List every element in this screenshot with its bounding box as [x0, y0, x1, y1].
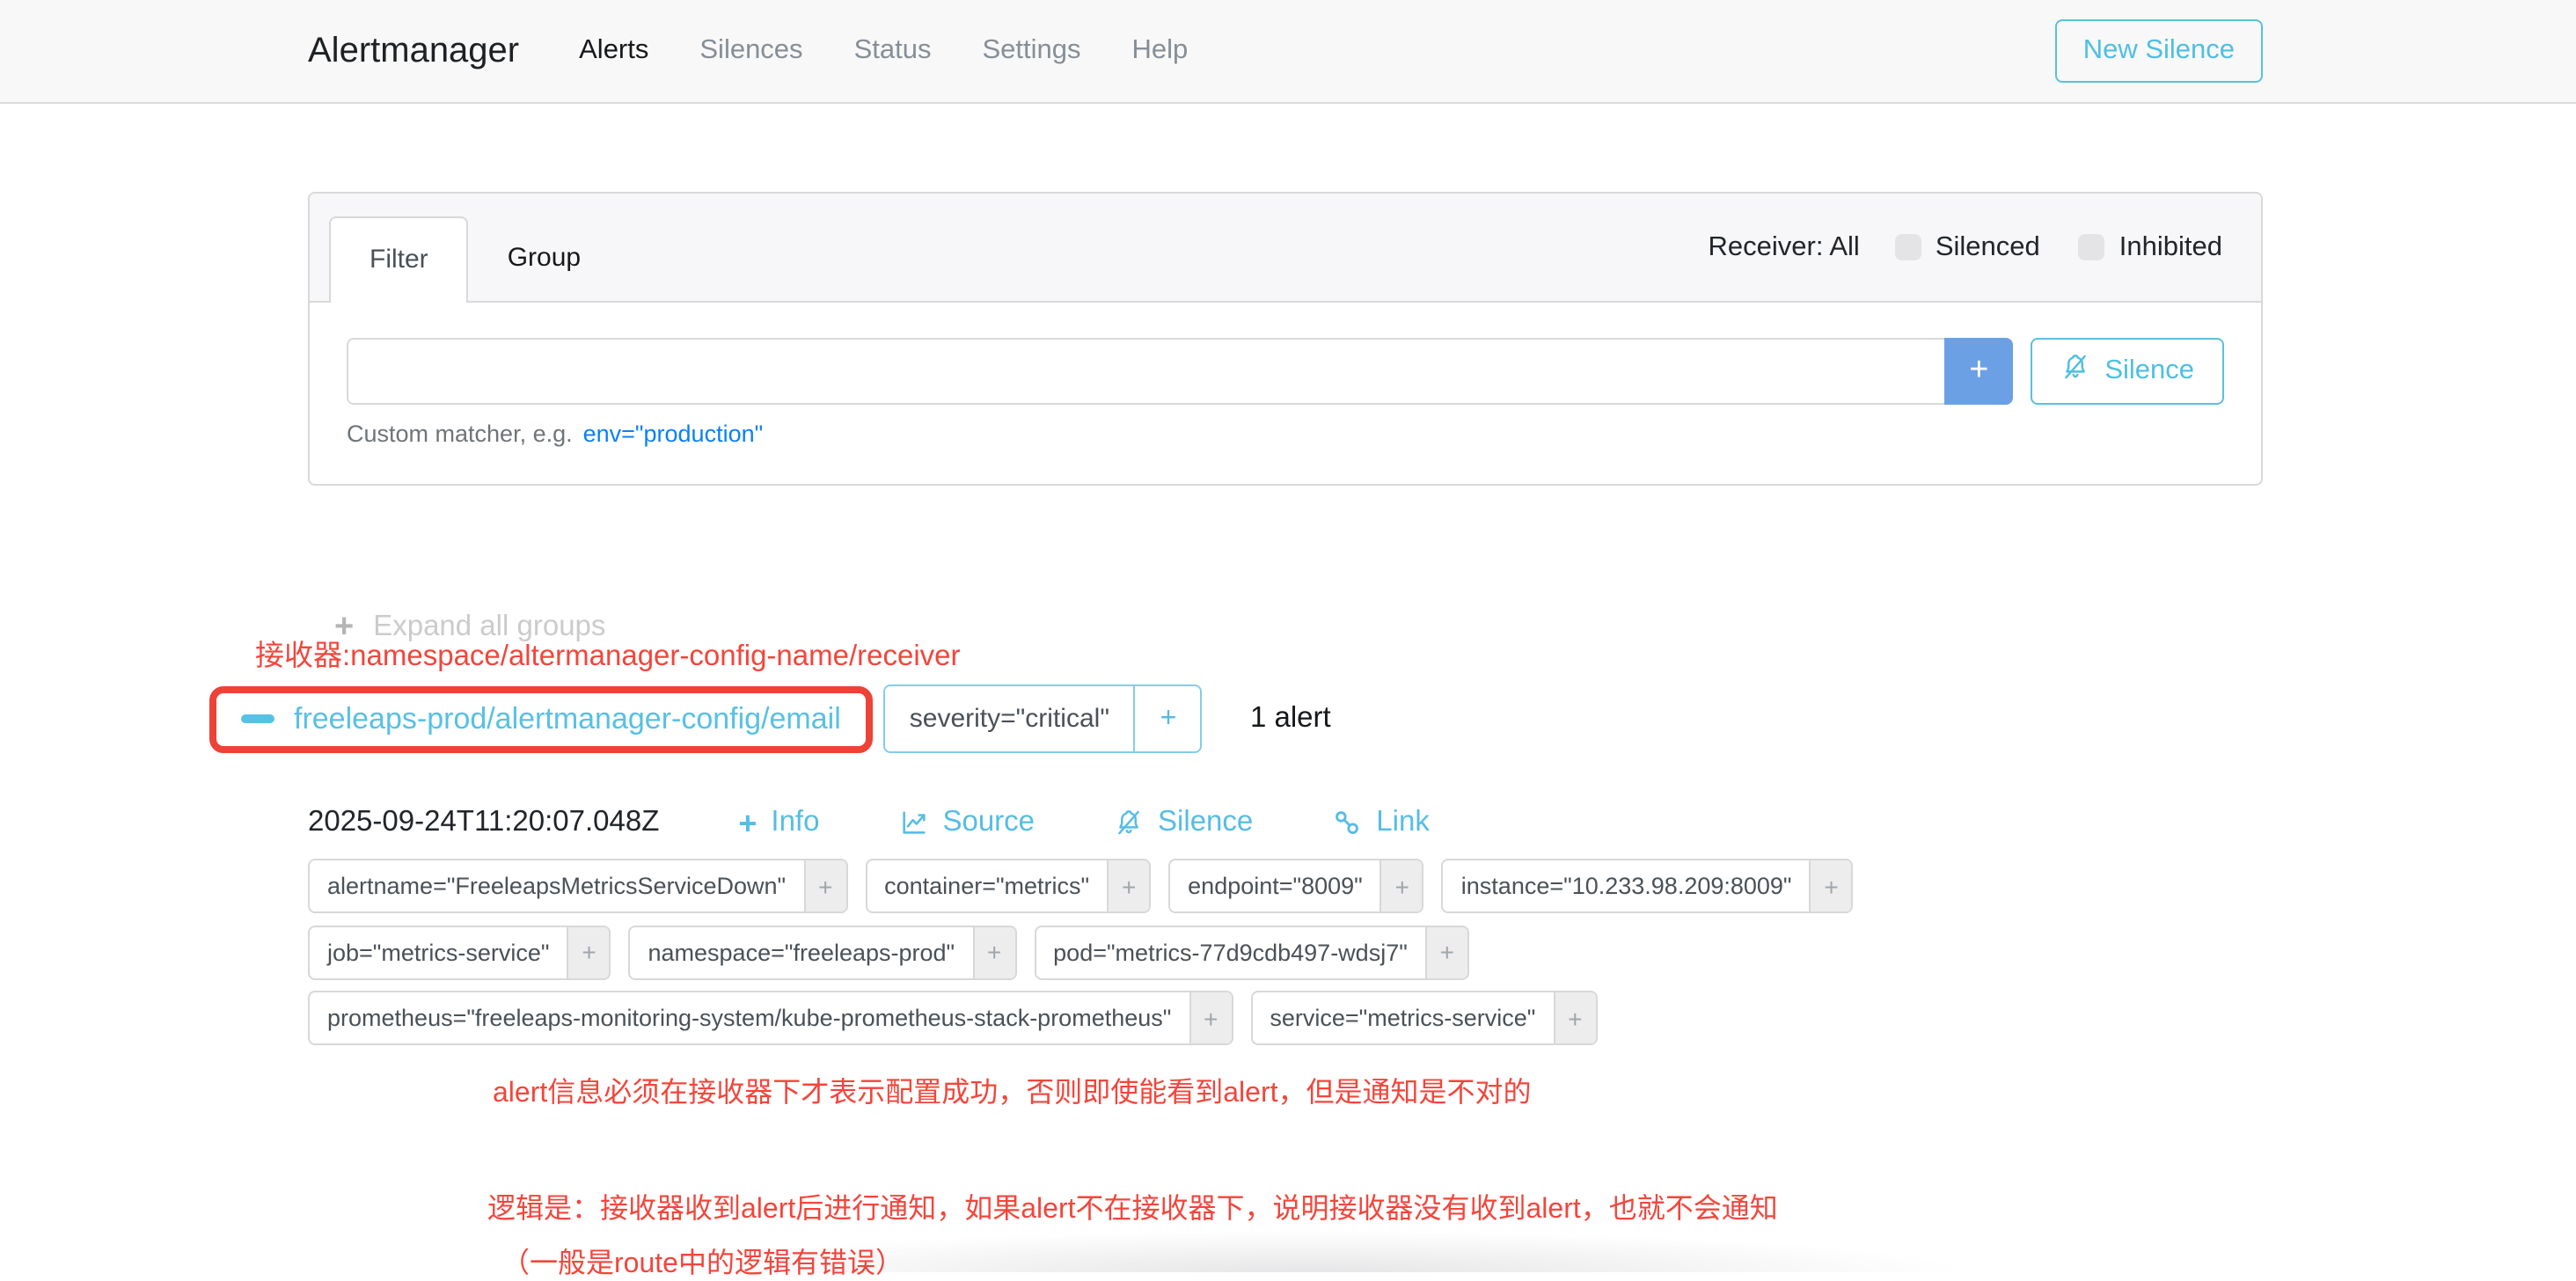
label-value[interactable]: prometheus="freeleaps-monitoring-system/…: [310, 992, 1189, 1043]
new-silence-button[interactable]: New Silence: [2055, 19, 2263, 83]
label-chip: instance="10.233.98.209:8009" +: [1442, 859, 1854, 913]
add-filter-button[interactable]: +: [1380, 860, 1423, 911]
label-chip: endpoint="8009" +: [1168, 859, 1424, 913]
tab-group[interactable]: Group: [469, 216, 619, 301]
bell-slash-icon: [1114, 808, 1144, 838]
plus-icon: +: [1969, 352, 1988, 391]
group-receiver-path[interactable]: freeleaps-prod/alertmanager-config/email: [294, 701, 841, 736]
link-action-label: Link: [1376, 806, 1430, 839]
source-action[interactable]: Source: [898, 806, 1035, 839]
label-chip: pod="metrics-77d9cdb497-wdsj7" +: [1034, 925, 1469, 979]
add-filter-button[interactable]: +: [1553, 992, 1595, 1043]
alert-header-row: 2025-09-24T11:20:07.048Z + Info: [308, 806, 1854, 839]
label-value[interactable]: alertname="FreeleapsMetricsServiceDown": [310, 860, 803, 911]
silence-action-label: Silence: [1158, 806, 1253, 839]
chart-line-icon: [898, 808, 928, 838]
inhibited-checkbox-label[interactable]: Inhibited: [2119, 231, 2222, 263]
label-chip: job="metrics-service" +: [308, 925, 611, 979]
group-matcher-label[interactable]: severity="critical": [885, 686, 1134, 751]
nav-items: Alerts Silences Status Settings Help: [579, 35, 1188, 67]
matcher-input-group: +: [347, 338, 2013, 405]
group-header-row: freeleaps-prod/alertmanager-config/email…: [209, 684, 1331, 753]
label-row: job="metrics-service" + namespace="freel…: [308, 925, 1854, 979]
link-action[interactable]: Link: [1332, 806, 1430, 839]
label-row: alertname="FreeleapsMetricsServiceDown" …: [308, 859, 1854, 913]
add-matcher-button[interactable]: +: [1944, 338, 2013, 405]
info-action-label: Info: [771, 806, 819, 839]
label-chip: alertname="FreeleapsMetricsServiceDown" …: [308, 859, 847, 913]
filter-panel-header: Filter Group Receiver: All Silenced Inhi…: [310, 194, 2261, 303]
helper-example-link[interactable]: env="production": [583, 421, 764, 447]
navbar: Alertmanager Alerts Silences Status Sett…: [0, 0, 2576, 104]
alert-timestamp: 2025-09-24T11:20:07.048Z: [308, 806, 659, 839]
label-value[interactable]: endpoint="8009": [1170, 860, 1380, 911]
silence-action[interactable]: Silence: [1114, 806, 1253, 839]
label-value[interactable]: pod="metrics-77d9cdb497-wdsj7": [1036, 926, 1425, 977]
silence-button-label: Silence: [2104, 355, 2194, 387]
alert-detail: 2025-09-24T11:20:07.048Z + Info: [308, 806, 1854, 1281]
main-content: Filter Group Receiver: All Silenced Inhi…: [0, 192, 2576, 1272]
label-chip: service="metrics-service" +: [1250, 991, 1597, 1045]
tab-filter[interactable]: Filter: [329, 216, 469, 303]
label-value[interactable]: job="metrics-service": [310, 926, 567, 977]
link-chain-icon: [1332, 808, 1362, 838]
alertmanager-app: Alertmanager Alerts Silences Status Sett…: [0, 0, 2576, 1184]
label-value[interactable]: container="metrics": [867, 860, 1107, 911]
annotation-line-1: alert信息必须在接收器下才表示配置成功，否则即使能看到alert，但是通知是…: [493, 1068, 1854, 1110]
nav-item-alerts[interactable]: Alerts: [579, 35, 648, 67]
filter-panel: Filter Group Receiver: All Silenced Inhi…: [308, 192, 2263, 486]
alert-groups: + Expand all groups 接收器:namespace/alterm…: [0, 565, 2576, 1272]
annotation-line-3: （一般是route中的逻辑有错误）: [501, 1239, 1854, 1281]
collapse-minus-icon: [241, 714, 274, 723]
annotation-line-2: 逻辑是：接收器收到alert后进行通知，如果alert不在接收器下，说明接收器没…: [487, 1184, 1854, 1226]
silenced-checkbox[interactable]: [1895, 234, 1921, 260]
alert-labels: alertname="FreeleapsMetricsServiceDown" …: [308, 859, 1854, 1045]
app-brand[interactable]: Alertmanager: [308, 31, 519, 71]
matcher-row: + Silence: [347, 338, 2224, 405]
add-filter-button[interactable]: +: [567, 926, 610, 977]
label-chip: prometheus="freeleaps-monitoring-system/…: [308, 991, 1233, 1045]
add-filter-button[interactable]: +: [1107, 860, 1149, 911]
add-filter-button[interactable]: +: [803, 860, 845, 911]
label-value[interactable]: namespace="freeleaps-prod": [631, 926, 973, 977]
label-chip: namespace="freeleaps-prod" +: [629, 925, 1017, 979]
matcher-helper: Custom matcher, e.g. env="production": [347, 421, 2224, 447]
nav-item-silences[interactable]: Silences: [699, 35, 802, 67]
source-action-label: Source: [942, 806, 1035, 839]
highlighted-receiver-group[interactable]: freeleaps-prod/alertmanager-config/email: [209, 685, 873, 752]
group-matcher-add-button[interactable]: +: [1134, 686, 1201, 751]
label-value[interactable]: instance="10.233.98.209:8009": [1444, 860, 1810, 911]
nav-item-help[interactable]: Help: [1132, 35, 1189, 67]
bell-slash-icon: [2060, 352, 2090, 391]
panel-tabs: Filter Group: [329, 216, 619, 301]
silenced-checkbox-label[interactable]: Silenced: [1936, 231, 2040, 263]
filter-options: Receiver: All Silenced Inhibited: [1709, 194, 2222, 301]
plus-icon: +: [738, 807, 757, 838]
matcher-input[interactable]: [347, 338, 1944, 405]
add-filter-button[interactable]: +: [1810, 860, 1852, 911]
add-filter-button[interactable]: +: [1189, 992, 1231, 1043]
label-row: prometheus="freeleaps-monitoring-system/…: [308, 991, 1854, 1045]
silence-button[interactable]: Silence: [2031, 338, 2224, 405]
label-chip: container="metrics" +: [865, 859, 1151, 913]
helper-text: Custom matcher, e.g.: [347, 421, 573, 447]
group-matcher-chip: severity="critical" +: [883, 684, 1203, 753]
add-filter-button[interactable]: +: [972, 926, 1014, 977]
inhibited-checkbox[interactable]: [2079, 234, 2105, 260]
add-filter-button[interactable]: +: [1425, 926, 1467, 977]
nav-item-settings[interactable]: Settings: [982, 35, 1080, 67]
filter-panel-body: + Silence Custom mat: [310, 303, 2261, 484]
nav-item-status[interactable]: Status: [854, 35, 932, 67]
alert-count: 1 alert: [1250, 702, 1331, 736]
annotation-receiver-note: 接收器:namespace/altermanager-config-name/r…: [255, 632, 961, 674]
info-action[interactable]: + Info: [738, 806, 819, 839]
receiver-filter[interactable]: Receiver: All: [1709, 231, 1860, 263]
label-value[interactable]: service="metrics-service": [1252, 992, 1553, 1043]
